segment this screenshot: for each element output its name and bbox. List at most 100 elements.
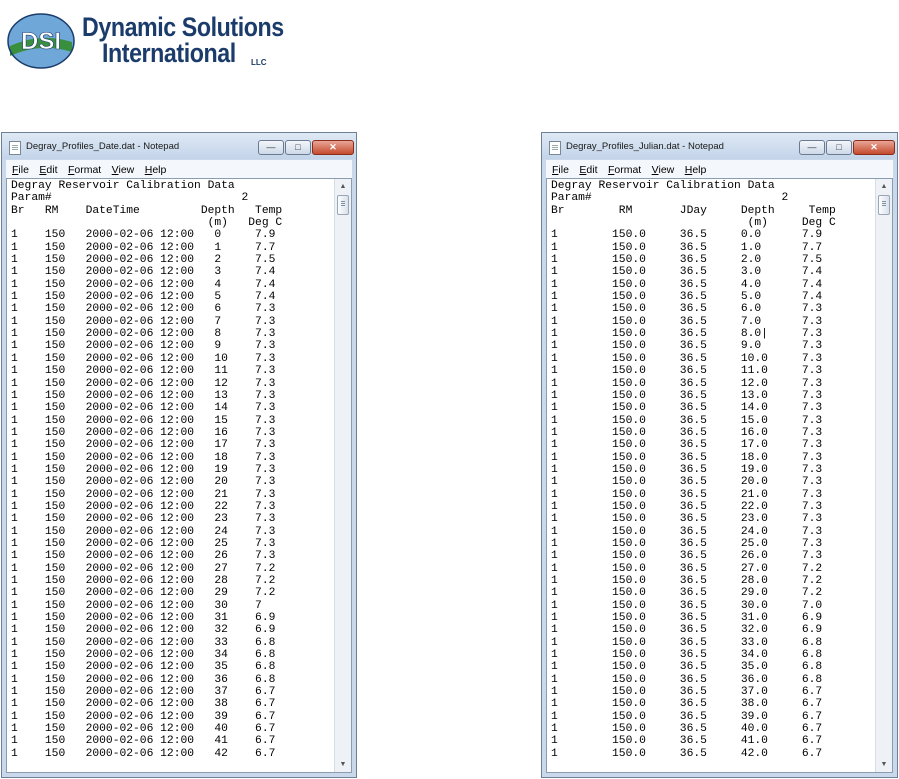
- text-line: 1 150 2000-02-06 12:00 23 7.3: [11, 513, 276, 526]
- menu-edit[interactable]: Edit: [39, 164, 57, 176]
- text-line: 1 150.0 36.5 10.0 7.3: [551, 352, 823, 365]
- text-line: 1 150.0 36.5 34.0 6.8: [551, 649, 823, 662]
- scroll-up-arrow-icon[interactable]: ▲: [876, 179, 892, 194]
- text-line: 1 150.0 36.5 24.0 7.3: [551, 525, 823, 538]
- menu-format[interactable]: Format: [68, 164, 101, 176]
- scroll-thumb[interactable]: [878, 195, 890, 215]
- text-line: 1 150.0 36.5 20.0 7.3: [551, 476, 823, 489]
- text-line: 1 150.0 36.5 4.0 7.4: [551, 278, 823, 291]
- text-line: 1 150.0 36.5 8.0| 7.3: [551, 328, 823, 341]
- title-bar[interactable]: Degray_Profiles_Date.dat - Notepad — □ ✕: [2, 133, 356, 159]
- menu-edit[interactable]: Edit: [579, 164, 597, 176]
- menu-view[interactable]: View: [652, 164, 675, 176]
- text-line: 1 150.0 36.5 1.0 7.7: [551, 241, 823, 254]
- scroll-down-arrow-icon[interactable]: ▼: [876, 757, 892, 772]
- text-line: 1 150.0 36.5 13.0 7.3: [551, 389, 823, 402]
- text-line: 1 150.0 36.5 17.0 7.3: [551, 439, 823, 452]
- text-line: 1 150.0 36.5 42.0 6.7: [551, 747, 823, 760]
- dsi-seal-icon: DSI: [7, 13, 75, 69]
- text-line: 1 150.0 36.5 16.0 7.3: [551, 426, 823, 439]
- text-line: 1 150.0 36.5 21.0 7.3: [551, 488, 823, 501]
- text-line: 1 150.0 36.5 33.0 6.8: [551, 636, 823, 649]
- text-line: 1 150.0 36.5 30.0 7.0: [551, 599, 823, 612]
- text-line: 1 150 2000-02-06 12:00 38 6.7: [11, 698, 276, 711]
- text-line: 1 150.0 36.5 2.0 7.5: [551, 254, 823, 267]
- text-line: 1 150 2000-02-06 12:00 6 7.3: [11, 303, 276, 316]
- text-line: 1 150.0 36.5 26.0 7.3: [551, 550, 823, 563]
- notepad-icon: [9, 141, 21, 155]
- text-line: 1 150.0 36.5 32.0 6.9: [551, 624, 823, 637]
- text-line: Degray Reservoir Calibration Data: [551, 180, 775, 192]
- menu-help[interactable]: Help: [145, 164, 167, 176]
- text-line: 1 150.0 36.5 40.0 6.7: [551, 723, 823, 736]
- text-content[interactable]: Degray Reservoir Calibration Data Param# …: [551, 180, 870, 772]
- menu-file[interactable]: File: [552, 164, 569, 176]
- scroll-thumb[interactable]: [337, 195, 349, 215]
- vertical-scrollbar[interactable]: ▲ ▼: [334, 179, 351, 772]
- text-line: 1 150 2000-02-06 12:00 26 7.3: [11, 550, 276, 563]
- menu-help[interactable]: Help: [685, 164, 707, 176]
- text-line: 1 150 2000-02-06 12:00 15 7.3: [11, 414, 276, 427]
- minimize-button[interactable]: —: [799, 140, 825, 155]
- close-button[interactable]: ✕: [312, 140, 354, 155]
- text-line: 1 150.0 36.5 41.0 6.7: [551, 735, 823, 748]
- text-line: 1 150 2000-02-06 12:00 3 7.4: [11, 266, 276, 279]
- text-line: 1 150.0 36.5 38.0 6.7: [551, 698, 823, 711]
- maximize-button[interactable]: □: [826, 140, 852, 155]
- text-line: 1 150.0 36.5 0.0 7.9: [551, 229, 823, 242]
- text-line: (m) Deg C: [11, 217, 283, 230]
- text-line: 1 150 2000-02-06 12:00 33 6.8: [11, 636, 276, 649]
- text-line: 1 150 2000-02-06 12:00 12 7.3: [11, 377, 276, 390]
- menu-bar: File Edit Format View Help: [6, 160, 352, 178]
- close-button[interactable]: ✕: [853, 140, 895, 155]
- minimize-button[interactable]: —: [258, 140, 284, 155]
- text-line: 1 150.0 36.5 39.0 6.7: [551, 710, 823, 723]
- menu-view[interactable]: View: [112, 164, 135, 176]
- text-line: Degray Reservoir Calibration Data: [11, 180, 235, 192]
- text-content[interactable]: Degray Reservoir Calibration Data Param# …: [11, 180, 329, 772]
- text-line: Param# 2: [11, 192, 249, 205]
- text-line: 1 150 2000-02-06 12:00 11 7.3: [11, 365, 276, 378]
- menu-file[interactable]: File: [12, 164, 29, 176]
- text-line: 1 150.0 36.5 5.0 7.4: [551, 291, 823, 304]
- text-line: 1 150 2000-02-06 12:00 32 6.9: [11, 624, 276, 637]
- vertical-scrollbar[interactable]: ▲ ▼: [875, 179, 892, 772]
- text-line: 1 150 2000-02-06 12:00 22 7.3: [11, 500, 276, 513]
- text-line: 1 150 2000-02-06 12:00 8 7.3: [11, 328, 276, 341]
- text-line: 1 150 2000-02-06 12:00 17 7.3: [11, 439, 276, 452]
- text-line: 1 150 2000-02-06 12:00 35 6.8: [11, 661, 276, 674]
- text-line: 1 150 2000-02-06 12:00 4 7.4: [11, 278, 276, 291]
- text-line: Br RM JDay Depth Temp: [551, 204, 836, 217]
- text-line: 1 150 2000-02-06 12:00 41 6.7: [11, 735, 276, 748]
- text-line: 1 150.0 36.5 25.0 7.3: [551, 537, 823, 550]
- seal-text: DSI: [21, 28, 61, 55]
- scroll-down-arrow-icon[interactable]: ▼: [335, 757, 351, 772]
- scroll-up-arrow-icon[interactable]: ▲: [335, 179, 351, 194]
- company-logo: DSI Dynamic Solutions International LLC: [4, 10, 294, 70]
- text-line: 1 150 2000-02-06 12:00 5 7.4: [11, 291, 276, 304]
- text-line: 1 150 2000-02-06 12:00 7 7.3: [11, 315, 276, 328]
- logo-llc: LLC: [251, 58, 267, 67]
- title-bar[interactable]: Degray_Profiles_Julian.dat - Notepad — □…: [542, 133, 897, 159]
- menu-format[interactable]: Format: [608, 164, 641, 176]
- text-editor[interactable]: Degray Reservoir Calibration Data Param# …: [6, 178, 352, 773]
- text-line: 1 150.0 36.5 29.0 7.2: [551, 587, 823, 600]
- text-line: 1 150 2000-02-06 12:00 28 7.2: [11, 575, 276, 587]
- text-line: 1 150 2000-02-06 12:00 9 7.3: [11, 340, 276, 353]
- text-line: 1 150.0 36.5 14.0 7.3: [551, 402, 823, 415]
- text-line: 1 150.0 36.5 7.0 7.3: [551, 315, 823, 328]
- text-line: 1 150 2000-02-06 12:00 29 7.2: [11, 587, 276, 600]
- notepad-window-julian: Degray_Profiles_Julian.dat - Notepad — □…: [541, 132, 898, 778]
- text-line: 1 150 2000-02-06 12:00 21 7.3: [11, 488, 276, 501]
- text-line: 1 150 2000-02-06 12:00 10 7.3: [11, 352, 276, 365]
- maximize-button[interactable]: □: [285, 140, 311, 155]
- text-line: 1 150.0 36.5 3.0 7.4: [551, 266, 823, 279]
- text-line: 1 150.0 36.5 22.0 7.3: [551, 500, 823, 513]
- text-editor[interactable]: Degray Reservoir Calibration Data Param# …: [546, 178, 893, 773]
- menu-bar: File Edit Format View Help: [546, 160, 893, 178]
- window-title: Degray_Profiles_Julian.dat - Notepad: [566, 141, 724, 152]
- text-line: 1 150 2000-02-06 12:00 13 7.3: [11, 389, 276, 402]
- text-line: 1 150.0 36.5 18.0 7.3: [551, 451, 823, 464]
- text-line: 1 150 2000-02-06 12:00 30 7: [11, 599, 262, 612]
- text-line: 1 150.0 36.5 27.0 7.2: [551, 562, 823, 575]
